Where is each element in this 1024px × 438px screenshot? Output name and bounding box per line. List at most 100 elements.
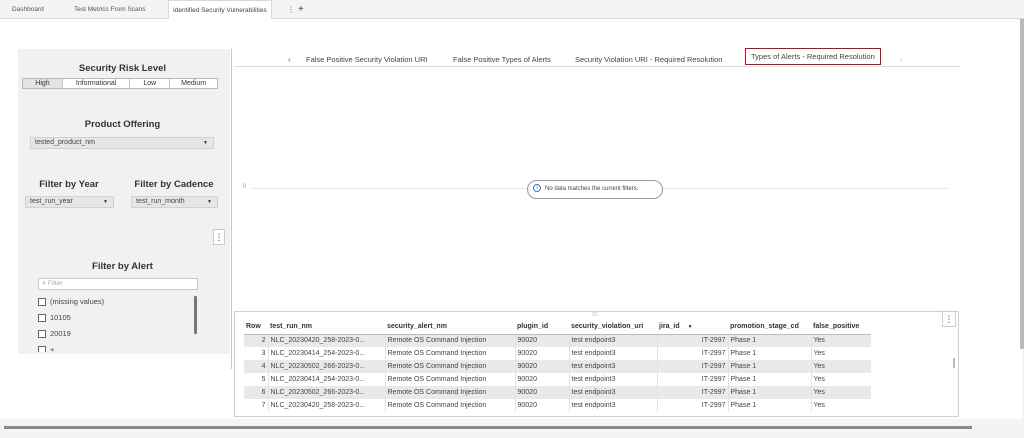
page-tab-dashboard[interactable]: Dashboard [8, 0, 48, 19]
alert-filter-list: (missing values) 10105 20019 + [38, 294, 200, 352]
table-cell: IT-2997 [657, 386, 729, 399]
panel-divider[interactable] [231, 49, 232, 369]
page-horizontal-scrollbar[interactable] [4, 426, 972, 429]
product-offering-dropdown[interactable]: tested_product_nm ▼ [30, 137, 214, 149]
table-cell: NLC_20230420_258-2023-0... [268, 399, 386, 412]
table-row[interactable]: 5 NLC_20230414_254-2023-0... Remote OS Com… [244, 373, 871, 386]
table-cell: Remote OS Command Injection [385, 347, 516, 360]
table-row[interactable]: 4 NLC_20230502_266-2023-0... Remote OS Com… [244, 360, 871, 373]
tab-false-positive-alert-types[interactable]: False Positive Types of Alerts [453, 55, 551, 64]
table-cell: Remote OS Command Injection [385, 373, 516, 386]
column-header[interactable]: test_run_nm [268, 320, 385, 335]
axis-zero-label: 0 [243, 184, 247, 190]
table-cell: Phase 1 [728, 373, 812, 386]
checkbox-icon[interactable] [38, 314, 46, 322]
table-cell: Phase 1 [728, 334, 812, 347]
risk-level-low-button[interactable]: Low [130, 79, 171, 88]
canvas-right-scrollbar[interactable] [1020, 19, 1024, 349]
column-header-label: jira_id [659, 323, 680, 331]
table-cell: Remote OS Command Injection [385, 399, 516, 412]
tab-alert-types-required[interactable]: Types of Alerts - Required Resolution [745, 48, 881, 65]
tab-false-positive-uri[interactable]: False Positive Security Violation URI [306, 55, 428, 64]
table-scrollbar[interactable] [953, 358, 955, 368]
table-cell: 6 [244, 386, 269, 399]
table-cell: 90020 [515, 373, 570, 386]
year-filter-dropdown[interactable]: test_run_year ▼ [25, 196, 114, 208]
table-cell: 7 [244, 399, 269, 412]
cadence-filter-dropdown[interactable]: test_run_month ▼ [131, 196, 218, 208]
alert-filter-title: Filter by Alert [92, 261, 153, 272]
list-item[interactable]: (missing values) [38, 294, 200, 310]
tabs-prev-icon[interactable]: ‹ [288, 55, 291, 64]
sort-desc-icon: ▼ [687, 324, 693, 331]
table-cell: Yes [811, 334, 871, 347]
alert-list-scrollbar[interactable] [194, 296, 197, 334]
year-filter-value: test_run_year [30, 198, 73, 205]
table-row[interactable]: 6 NLC_20230502_266-2023-0... Remote OS Com… [244, 386, 871, 399]
alert-filter-search-input[interactable]: ⌕ Filter [38, 278, 198, 290]
tabs-next-icon[interactable]: › [900, 55, 903, 64]
page-tab-menu-icon[interactable]: ⋮ [287, 0, 295, 19]
risk-level-high-button[interactable]: High [23, 79, 63, 88]
checkbox-icon[interactable] [38, 330, 46, 338]
cadence-filter-value: test_run_month [136, 198, 185, 205]
column-header[interactable]: Row [244, 320, 268, 335]
page-tab-test-metrics[interactable]: Test Metrics From Scans [70, 0, 150, 19]
column-header[interactable]: promotion_stage_cd [728, 320, 811, 335]
table-cell: test endpoint3 [569, 373, 658, 386]
list-item[interactable]: 20019 [38, 326, 200, 342]
table-cell: 90020 [515, 334, 570, 347]
table-cell: 5 [244, 373, 269, 386]
list-item-label: (missing values) [50, 297, 105, 306]
list-item-label: 10105 [50, 313, 71, 322]
chevron-down-icon: ▼ [203, 140, 208, 146]
table-more-options-icon[interactable]: ⋮ [942, 311, 956, 327]
column-header[interactable]: plugin_id [515, 320, 569, 335]
controls-more-options-icon[interactable]: ⋮ [213, 229, 225, 245]
tab-violation-uri-required[interactable]: Security Violation URI - Required Resolu… [575, 55, 722, 64]
checkbox-icon[interactable] [38, 298, 46, 306]
info-icon: i [533, 184, 541, 193]
column-header[interactable]: security_alert_nm [385, 320, 515, 335]
table-cell: Yes [813, 402, 825, 409]
risk-level-informational-button[interactable]: Informational [63, 79, 131, 88]
table-cell: test endpoint3 [569, 334, 658, 347]
checkbox-icon[interactable] [38, 346, 46, 352]
table-cell: test endpoint3 [569, 386, 658, 399]
drag-handle-icon[interactable]: ⁝⁝⁝ [592, 312, 598, 318]
table-cell: Remote OS Command Injection [385, 360, 516, 373]
table-cell: 2 [244, 334, 269, 347]
table-row[interactable]: 7 NLC_20230420_258-2023-0... Remote OS Com… [244, 399, 871, 412]
column-header[interactable]: false_positive [811, 320, 871, 335]
table-cell: IT-2997 [657, 334, 729, 347]
table-cell: NLC_20230502_266-2023-0... [268, 360, 386, 373]
table-cell: 4 [244, 360, 269, 373]
table-cell: Remote OS Command Injection [385, 386, 516, 399]
table-cell: 90020 [515, 347, 570, 360]
table-cell: Yes [813, 376, 825, 383]
table-cell: NLC_20230414_254-2023-0... [268, 373, 386, 386]
list-item[interactable]: 10105 [38, 310, 200, 326]
page-tab-identified-vulnerabilities[interactable]: Identified Security Vulnerabilities [168, 0, 272, 20]
table-cell: IT-2997 [657, 360, 729, 373]
table-cell: Remote OS Command Injection [385, 334, 516, 347]
product-offering-title: Product Offering [84, 119, 161, 130]
risk-level-medium-button[interactable]: Medium [170, 79, 217, 88]
list-item[interactable]: + [38, 342, 200, 352]
tabs-underline [234, 66, 960, 67]
table-cell: 90020 [515, 386, 570, 399]
table-cell: IT-2997 [657, 373, 729, 386]
add-page-tab-button[interactable]: + [298, 0, 304, 19]
table-cell: Phase 1 [728, 386, 812, 399]
table-row[interactable]: 2 NLC_20230420_258-2023-0... Remote OS Com… [244, 334, 871, 347]
report-page-tabbar: Dashboard Test Metrics From Scans Identi… [0, 0, 1024, 20]
cadence-filter-title: Filter by Cadence [134, 179, 214, 190]
column-header[interactable]: security_violation_uri [569, 320, 657, 335]
table-cell: 90020 [515, 360, 570, 373]
table-cell: test endpoint3 [569, 360, 658, 373]
risk-level-title: Security Risk Level [78, 63, 167, 74]
year-filter-title: Filter by Year [39, 179, 99, 190]
table-row[interactable]: 3 NLC_20230414_254-2023-0... Remote OS Com… [244, 347, 871, 360]
column-header-sorted[interactable]: jira_id ▼ [657, 320, 728, 335]
chevron-down-icon: ▼ [207, 199, 212, 205]
